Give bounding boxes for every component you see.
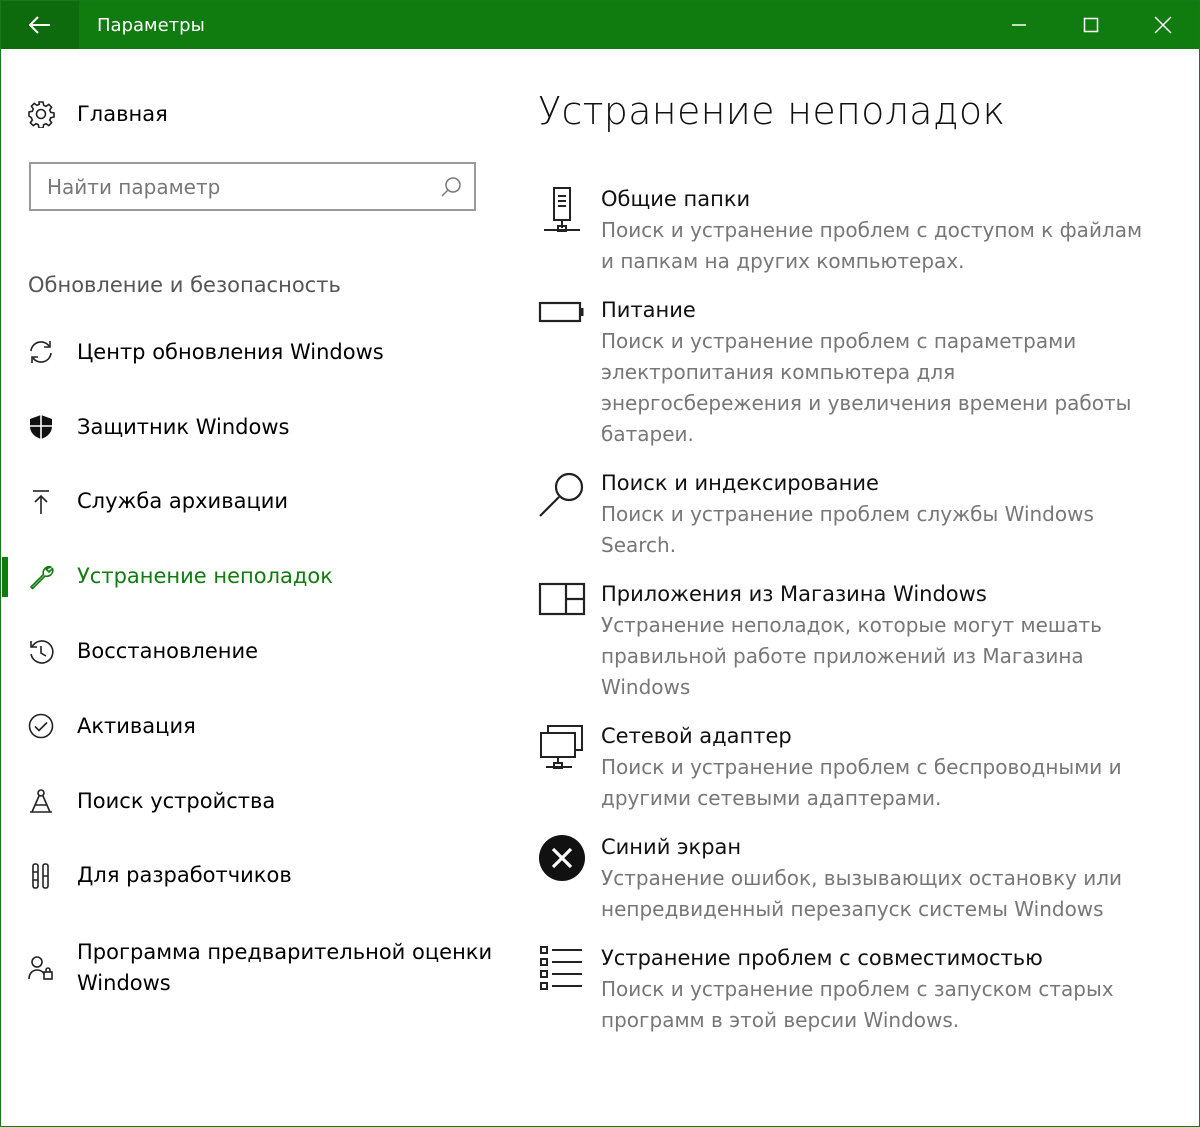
title-bar: Параметры <box>1 1 1199 49</box>
troubleshoot-item-power[interactable]: Питание Поиск и устранение проблем с пар… <box>501 295 1199 450</box>
item-description: Поиск и устранение проблем службы Window… <box>601 502 1094 557</box>
troubleshoot-item-search-indexing[interactable]: Поиск и индексирование Поиск и устранени… <box>501 468 1199 561</box>
item-name: Устранение проблем с совместимостью <box>601 946 1043 970</box>
sidebar-item-developers[interactable]: Для разработчиков <box>1 839 501 914</box>
sidebar-item-label: Активация <box>77 713 196 738</box>
close-icon <box>1154 16 1172 34</box>
troubleshoot-item-network-adapter[interactable]: Сетевой адаптер Поиск и устранение пробл… <box>501 721 1199 814</box>
troubleshoot-item-shared-folders[interactable]: Общие папки Поиск и устранение проблем с… <box>501 184 1199 277</box>
back-button[interactable] <box>1 1 79 49</box>
troubleshoot-item-compatibility[interactable]: Устранение проблем с совместимостью Поис… <box>501 943 1199 1036</box>
window-controls <box>983 1 1199 49</box>
troubleshoot-item-blue-screen[interactable]: Синий экран Устранение ошибок, вызывающи… <box>501 832 1199 925</box>
refresh-icon <box>25 336 57 368</box>
troubleshoot-item-store-apps[interactable]: Приложения из Магазина Windows Устранени… <box>501 579 1199 703</box>
item-name: Общие папки <box>601 187 751 211</box>
sidebar-item-label: Поиск устройства <box>77 788 276 813</box>
maximize-icon <box>1083 17 1099 33</box>
sidebar-item-label: Центр обновления Windows <box>77 339 384 364</box>
sidebar: Главная Обновление и безопасность Центр … <box>1 49 501 1126</box>
compatibility-list-icon <box>537 945 587 997</box>
check-circle-icon <box>25 710 57 742</box>
main-content: Устранение неполадок Общие папки Поиск и… <box>501 49 1199 1126</box>
sidebar-item-backup[interactable]: Служба архивации <box>1 465 501 540</box>
search-input[interactable] <box>31 164 431 209</box>
close-button[interactable] <box>1127 1 1199 49</box>
maximize-button[interactable] <box>1055 1 1127 49</box>
sidebar-item-label: Для разработчиков <box>77 863 292 888</box>
sidebar-item-label: Устранение неполадок <box>77 564 333 589</box>
item-description: Поиск и устранение проблем с запуском ст… <box>601 977 1114 1032</box>
battery-icon <box>537 297 587 349</box>
item-description: Поиск и устранение проблем с беспроводны… <box>601 755 1122 810</box>
item-name: Поиск и индексирование <box>601 471 879 495</box>
troubleshoot-list: Общие папки Поиск и устранение проблем с… <box>501 184 1199 1054</box>
sidebar-item-troubleshoot[interactable]: Устранение неполадок <box>1 539 501 614</box>
item-description: Устранение неполадок, которые могут меша… <box>601 613 1102 699</box>
sidebar-item-label: Программа предварительной оценки Windows <box>77 940 493 996</box>
page-title: Устранение неполадок <box>538 89 1006 133</box>
gear-icon <box>28 101 55 128</box>
sidebar-item-label: Восстановление <box>77 639 259 664</box>
upload-arrow-icon <box>25 486 57 518</box>
error-circle-icon <box>537 834 587 886</box>
wrench-icon <box>25 561 57 593</box>
minimize-icon <box>1012 24 1026 26</box>
history-icon <box>25 636 57 668</box>
minimize-button[interactable] <box>983 1 1055 49</box>
settings-window: Параметры Главная Найти параметр Обновле… <box>0 0 1200 1127</box>
item-name: Питание <box>601 298 696 322</box>
back-arrow-icon <box>29 16 50 34</box>
developer-tools-icon <box>25 860 57 892</box>
sidebar-item-activation[interactable]: Активация <box>1 689 501 764</box>
window-title: Параметры <box>97 14 205 36</box>
shield-icon <box>25 411 57 443</box>
item-name: Синий экран <box>601 835 742 859</box>
sidebar-item-windows-update[interactable]: Центр обновления Windows <box>1 315 501 390</box>
search-icon <box>537 470 587 522</box>
active-indicator <box>2 556 8 597</box>
sidebar-nav: Центр обновления Windows Защитник Window… <box>1 315 501 1023</box>
item-description: Поиск и устранение проблем с доступом к … <box>601 218 1143 273</box>
sidebar-item-find-device[interactable]: Поиск устройства <box>1 764 501 839</box>
find-device-icon <box>25 785 57 817</box>
item-name: Приложения из Магазина Windows <box>601 582 987 606</box>
network-adapter-icon <box>537 723 587 775</box>
shared-folders-icon <box>537 186 587 238</box>
sidebar-item-defender[interactable]: Защитник Windows <box>1 390 501 465</box>
item-description: Поиск и устранение проблем с параметрами… <box>601 329 1132 446</box>
sidebar-item-insider[interactable]: Программа предварительной оценки Windows <box>1 913 501 1023</box>
insider-icon <box>25 952 57 984</box>
section-title: Обновление и безопасность <box>28 273 341 297</box>
sidebar-item-label: Защитник Windows <box>77 414 290 439</box>
settings-search <box>29 162 476 211</box>
search-icon[interactable] <box>440 176 462 198</box>
home-label: Главная <box>77 102 168 126</box>
sidebar-item-recovery[interactable]: Восстановление <box>1 614 501 689</box>
item-description: Устранение ошибок, вызывающих остановку … <box>601 866 1123 921</box>
item-name: Сетевой адаптер <box>601 724 792 748</box>
sidebar-item-label: Служба архивации <box>77 489 289 514</box>
store-apps-icon <box>537 581 587 633</box>
home-link[interactable]: Главная <box>27 97 168 131</box>
